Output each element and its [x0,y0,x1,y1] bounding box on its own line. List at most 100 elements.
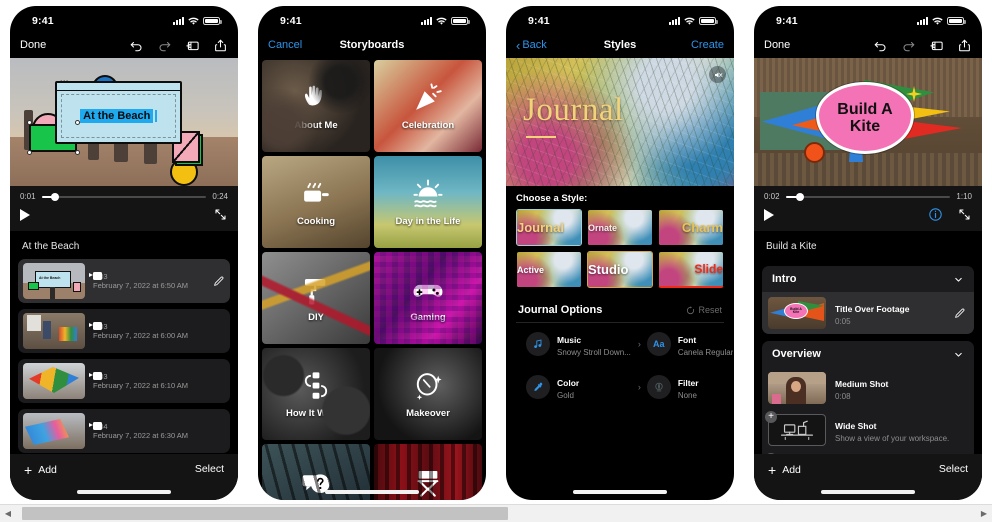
info-icon[interactable] [928,207,943,222]
status-time: 9:41 [32,15,54,27]
style-option-label: Active [517,264,545,275]
storyboard-card-makeover[interactable]: Makeover [374,348,482,440]
video-preview-beach[interactable]: At the Beach [10,58,238,186]
speaker-mute-icon[interactable] [709,66,726,83]
add-button[interactable]: + Add [24,463,57,477]
add-button-label: Add [782,464,801,476]
option-row-filter[interactable]: FilterNone› [646,368,734,407]
pencil-edit-icon[interactable] [953,307,966,320]
wifi-icon [436,17,447,25]
style-preview[interactable]: Journal [506,58,734,186]
scrub-track[interactable] [785,192,951,201]
shot-title: Wide Shot [835,420,877,431]
scroll-right-arrow-icon[interactable]: ▶ [976,509,992,518]
style-option-studio[interactable]: Studio [587,251,653,288]
shot-row[interactable]: Build A Kite Title Over Footage 0:05 [762,292,974,334]
paint-roller-icon [297,273,335,307]
style-option-journal[interactable]: Journal [516,209,582,246]
expand-icon[interactable] [957,207,972,222]
sunrise-icon [409,177,447,211]
select-button[interactable]: Select [195,463,224,475]
clip-duration: 0:03 [93,372,225,381]
pencil-edit-icon[interactable] [212,275,225,288]
scroll-left-arrow-icon[interactable]: ◀ [0,509,16,518]
storyboard-card-about-me[interactable]: About Me [262,60,370,152]
share-icon[interactable] [213,38,228,53]
undo-arrow-icon[interactable] [873,38,888,53]
scrollbar-thumb[interactable] [22,507,508,520]
clip-row[interactable]: 0:04February 7, 2022 at 6:30 AM [18,409,230,453]
shot-row[interactable]: + Wide Shot Show a view of your workspace. [762,409,974,451]
plus-icon[interactable]: + [765,411,777,423]
create-button[interactable]: Create [691,39,724,51]
status-time: 9:41 [776,15,798,27]
section-header-overview[interactable]: Overview [762,341,974,367]
scrollbar-track[interactable] [16,507,976,520]
done-button[interactable]: Done [764,39,790,51]
style-option-charm[interactable]: Charm [658,209,724,246]
title-text-value[interactable]: At the Beach [80,109,154,123]
clip-date: February 7, 2022 at 6:10 AM [93,381,189,390]
reset-button[interactable]: Reset [686,305,722,315]
phone-1-nav-bar: Done [10,32,238,58]
play-icon[interactable] [20,208,30,221]
play-icon[interactable] [764,208,774,221]
storyboard-card-label: Cooking [297,216,335,227]
add-media-icon[interactable] [929,38,944,53]
shot-row[interactable]: Medium Shot 0:08 [762,367,974,409]
plus-icon: + [24,462,33,478]
scrubber[interactable]: 0:01 0:24 [20,192,228,201]
storyboard-grid[interactable]: About Me Celebration Cooking Day in the Lif… [258,58,486,500]
redo-arrow-icon[interactable] [901,38,916,53]
clip-duration: 0:04 [93,422,225,431]
section-header-intro[interactable]: Intro [762,266,974,292]
option-name: Color [557,377,580,388]
home-indicator [573,490,667,494]
storyboard-card-day-in-the-life[interactable]: Day in the Life [374,156,482,248]
storyboard-card-cooking[interactable]: Cooking [262,156,370,248]
option-row-color[interactable]: Color Gold › [526,368,641,407]
add-media-icon[interactable] [185,38,200,53]
flow-diagram-icon [297,369,335,403]
undo-arrow-icon[interactable] [129,38,144,53]
phone-4-screen: 9:41 Done Build A Kite 0:02 1:10 Build a… [754,6,982,500]
option-row-music[interactable]: Music Snowy Stroll Down... › [526,325,641,364]
chevron-down-icon[interactable] [953,274,964,285]
back-button[interactable]: ‹ Back [516,39,547,52]
chevron-down-icon[interactable] [953,349,964,360]
share-icon[interactable] [957,38,972,53]
phone-4-bottom-bar: + Add Select [754,454,982,500]
plus-icon: + [768,462,777,478]
clip-row[interactable]: At the Beach0:03February 7, 2022 at 6:50… [18,259,230,303]
video-preview-kite[interactable]: Build A Kite [754,58,982,186]
option-row-font[interactable]: AaFontCanela Regular› [646,325,734,364]
cellular-signal-icon [173,17,184,25]
style-grid[interactable]: Journal Ornate Charm Active Studio Slide [506,209,734,288]
title-editor-window[interactable]: At the Beach [55,79,182,144]
style-option-slide[interactable]: Slide [658,251,724,288]
clip-date: February 7, 2022 at 6:30 AM [93,431,189,440]
scrubber[interactable]: 0:02 1:10 [764,192,972,201]
style-option-ornate[interactable]: Ornate [587,209,653,246]
add-button[interactable]: + Add [768,463,801,477]
shot-placeholder-thumbnail[interactable]: + [765,411,826,446]
scrub-track[interactable] [41,192,207,201]
storyboard-card-how-it-works[interactable]: How It Works [262,348,370,440]
shot-subtitle: 0:08 [835,391,851,401]
expand-icon[interactable] [213,207,228,222]
page-horizontal-scrollbar[interactable]: ◀ ▶ [0,504,992,522]
clip-row[interactable]: 0:03February 7, 2022 at 6:10 AM [18,359,230,403]
clip-row[interactable]: 0:03February 7, 2022 at 6:00 AM [18,309,230,353]
redo-arrow-icon[interactable] [157,38,172,53]
storyboard-card-gaming[interactable]: Gaming [374,252,482,344]
storyboard-card-celebration[interactable]: Celebration [374,60,482,152]
wifi-icon [188,17,199,25]
options-grid[interactable]: Music Snowy Stroll Down... › Aa Font Canela R… [516,322,733,407]
storyboard-card-diy[interactable]: DIY [262,252,370,344]
select-button[interactable]: Select [939,463,968,475]
option-value: Snowy Stroll Down... [557,348,631,357]
done-button[interactable]: Done [20,39,46,51]
style-option-active[interactable]: Active [516,251,582,288]
cancel-button[interactable]: Cancel [268,39,302,51]
clip-date: February 7, 2022 at 6:00 AM [93,331,189,340]
